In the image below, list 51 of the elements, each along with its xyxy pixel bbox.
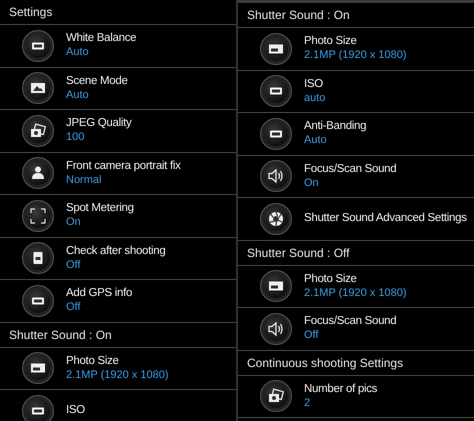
speaker-icon: [260, 160, 292, 192]
person-icon: [22, 157, 54, 190]
setting-title: Anti-Banding: [304, 120, 366, 133]
setting-title: ISO: [304, 78, 324, 90]
setting-title: Photo Size: [304, 35, 358, 48]
setting-title: Check after shooting: [66, 244, 166, 258]
setting-title: Number of pics: [304, 382, 378, 396]
setting-title: Front camera portrait fix: [66, 160, 181, 172]
setting-value: On: [66, 215, 82, 229]
setting-title: Focus/Scan Sound: [304, 315, 396, 328]
setting-value: On: [304, 176, 320, 190]
setting-title: Scene Mode: [66, 74, 128, 88]
setting-title: Focus/Scan Sound: [304, 162, 396, 176]
aperture-icon: [260, 202, 292, 235]
setting-value: 100: [66, 130, 86, 144]
setting-value: Off: [66, 258, 82, 272]
frame-corners-icon: [22, 200, 54, 232]
setting-value: 2.1MP (1920 x 1080): [304, 48, 407, 62]
setting-value: Off: [66, 300, 82, 314]
photo-stack-icon: [22, 114, 54, 147]
section-header: Continuous shooting Settings: [247, 356, 404, 370]
tag-icon: [260, 118, 292, 150]
speaker-icon: [260, 312, 292, 345]
setting-value: Off: [304, 328, 320, 342]
tag-icon: [22, 30, 54, 62]
setting-title: Shutter Sound Advanced Settings: [304, 212, 467, 226]
tag-icon: [260, 75, 292, 108]
setting-value: Normal: [66, 172, 102, 186]
setting-value: 2.1MP (1920 x 1080): [304, 286, 407, 300]
setting-title: Add GPS info: [66, 287, 132, 300]
setting-value: 2.1MP (1920 x 1080): [66, 368, 169, 382]
setting-title: Photo Size: [66, 354, 120, 368]
section-header: Shutter Sound : Off: [247, 246, 350, 260]
setting-title: ISO: [66, 404, 85, 418]
photo-stack-icon: [260, 380, 292, 412]
setting-title: JPEG Quality: [66, 117, 132, 130]
section-header: Settings: [9, 5, 52, 19]
setting-value: Auto: [66, 88, 90, 102]
setting-title: White Balance: [66, 32, 136, 45]
setting-title: Photo Size: [304, 272, 358, 286]
tag-icon: [22, 394, 54, 421]
card-icon: [22, 242, 54, 274]
setting-value: 2: [304, 396, 312, 410]
setting-value: auto: [304, 90, 326, 104]
landscape-icon: [22, 72, 54, 104]
setting-value: Auto: [304, 133, 328, 147]
section-header: Shutter Sound : On: [247, 8, 350, 22]
setting-title: Spot Metering: [66, 202, 134, 215]
section-header: Shutter Sound : On: [9, 328, 112, 342]
tag-icon: [22, 284, 54, 317]
setting-value: Auto: [66, 45, 90, 59]
